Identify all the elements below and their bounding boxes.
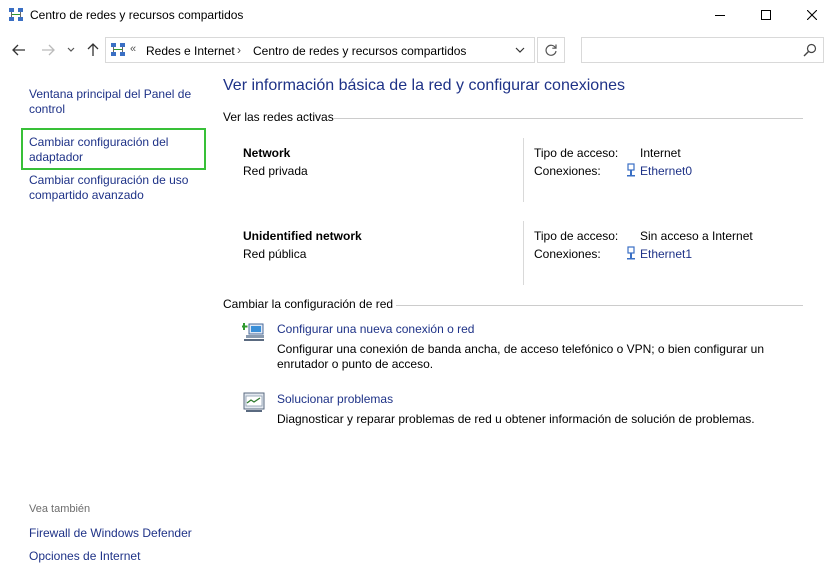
access-type-label: Tipo de acceso: (534, 146, 619, 160)
task-description: Configurar una conexión de banda ancha, … (277, 342, 764, 371)
access-type-value: Internet (640, 146, 681, 160)
access-type-label: Tipo de acceso: (534, 229, 619, 243)
control-panel-home-link[interactable]: Ventana principal del Panel de control (29, 87, 199, 117)
page-title: Ver información básica de la red y confi… (223, 77, 625, 94)
network-type: Red privada (243, 164, 308, 178)
arrow-right-icon (42, 44, 55, 56)
troubleshoot-link[interactable]: Solucionar problemas (277, 392, 393, 406)
network-divider (523, 138, 524, 202)
network-name: Unidentified network (243, 229, 362, 243)
section-divider (396, 305, 803, 306)
arrow-up-icon (87, 43, 99, 56)
address-bar[interactable]: « Redes e Internet › Centro de redes y r… (105, 37, 535, 63)
breadcrumb-overflow-button[interactable]: « (130, 43, 136, 55)
forward-button[interactable] (37, 39, 59, 61)
network-center-icon (8, 7, 24, 23)
address-history-button[interactable] (510, 41, 530, 59)
up-button[interactable] (82, 39, 104, 61)
active-networks-label: Ver las redes activas (223, 110, 334, 124)
connection-link-ethernet1[interactable]: Ethernet1 (640, 247, 692, 261)
network-entry: Network Red privada Tipo de acceso: Inte… (243, 138, 803, 205)
access-type-value: Sin acceso a Internet (640, 229, 753, 243)
arrow-left-icon (12, 44, 25, 56)
minimize-button[interactable] (697, 0, 743, 30)
see-also-label: Vea también (29, 503, 91, 515)
connections-label: Conexiones: (534, 247, 601, 261)
close-icon (807, 10, 817, 20)
chevron-down-icon (515, 47, 525, 53)
network-entry: Unidentified network Red pública Tipo de… (243, 221, 803, 288)
task-description: Diagnosticar y reparar problemas de red … (277, 412, 755, 426)
internet-options-link[interactable]: Opciones de Internet (29, 549, 199, 564)
section-divider (333, 118, 803, 119)
network-name: Network (243, 146, 291, 160)
windows-defender-firewall-link[interactable]: Firewall de Windows Defender (29, 526, 199, 541)
change-advanced-sharing-link[interactable]: Cambiar configuración de uso compartido … (29, 173, 204, 203)
search-input[interactable] (581, 37, 824, 63)
ethernet-icon (625, 246, 637, 260)
ethernet-icon (625, 163, 637, 177)
search-icon (803, 43, 817, 57)
minimize-icon (715, 15, 725, 16)
title-bar: Centro de redes y recursos compartidos (0, 0, 835, 30)
maximize-icon (761, 10, 771, 20)
troubleshoot-icon (242, 391, 266, 413)
close-button[interactable] (789, 0, 835, 30)
change-adapter-settings-link[interactable]: Cambiar configuración del adaptador (29, 135, 199, 165)
network-divider (523, 221, 524, 285)
maximize-button[interactable] (743, 0, 789, 30)
setup-new-connection-link[interactable]: Configurar una nueva conexión o red (277, 322, 474, 336)
main-content: Ver información básica de la red y confi… (210, 70, 835, 583)
network-type: Red pública (243, 247, 307, 261)
navigation-bar: « Redes e Internet › Centro de redes y r… (0, 34, 835, 66)
change-settings-label: Cambiar la configuración de red (223, 297, 394, 311)
window-title: Centro de redes y recursos compartidos (30, 8, 244, 22)
network-center-icon (110, 42, 126, 58)
recent-locations-button[interactable] (63, 39, 79, 61)
refresh-icon (545, 44, 557, 56)
refresh-button[interactable] (537, 37, 565, 63)
connections-label: Conexiones: (534, 164, 601, 178)
connection-link-ethernet0[interactable]: Ethernet0 (640, 164, 692, 178)
new-connection-icon (240, 321, 266, 343)
breadcrumb-centro-redes[interactable]: Centro de redes y recursos compartidos (253, 44, 466, 58)
tasks-pane: Ventana principal del Panel de control C… (0, 70, 210, 583)
back-button[interactable] (8, 39, 30, 61)
chevron-down-icon (67, 47, 75, 52)
breadcrumb-redes-internet[interactable]: Redes e Internet (146, 44, 235, 58)
breadcrumb-separator[interactable]: › (237, 43, 241, 57)
